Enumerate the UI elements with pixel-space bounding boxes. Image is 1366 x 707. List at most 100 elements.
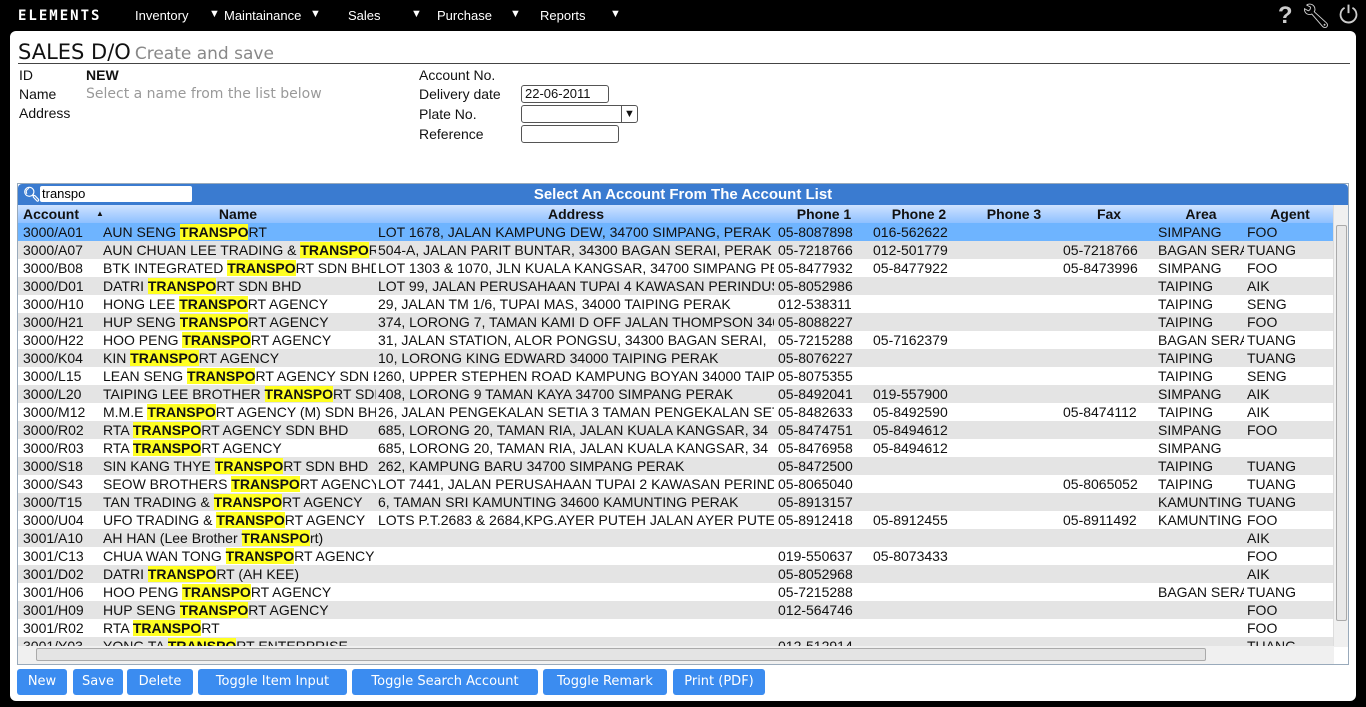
column-header-phone-1[interactable]: Phone 1 [778,205,870,223]
cell-fax: 05-8473996 [1063,260,1138,276]
menu-inventory-dropdown-icon[interactable]: ▼ [209,8,220,20]
cell-account: 3000/A01 [23,224,83,240]
id-value: NEW [86,67,119,83]
cell-phone-3 [968,367,1060,385]
table-row[interactable]: 3000/R03 RTA TRANSPORT AGENCY 685, LORONG … [18,439,1334,457]
reference-input[interactable] [521,125,619,143]
table-row[interactable]: 3000/A01 AUN SENG TRANSPORT LOT 1678, JALA… [18,223,1334,241]
toggle-remark-button[interactable]: Toggle Remark [543,669,667,695]
cell-phone-1: 05-8088227 [778,314,853,330]
table-row[interactable]: 3000/H21 HUP SENG TRANSPORT AGENCY 374, LO… [18,313,1334,331]
name-text: RT SDN BHD [283,458,369,474]
search-highlight: TRANSPO [213,494,283,510]
menu-purchase-dropdown-icon[interactable]: ▼ [510,8,521,20]
column-header-fax[interactable]: Fax [1063,205,1155,223]
cell-phone-3 [968,439,1060,457]
menu-purchase[interactable]: Purchase [437,8,492,23]
table-row[interactable]: 3001/D02 DATRI TRANSPORT (AH KEE) 05-80529… [18,565,1334,583]
cell-name: LEAN SENG TRANSPORT AGENCY SDN BHD [103,367,376,385]
cell-area: SIMPANG [1158,260,1222,276]
cell-name: RTA TRANSPORT [103,619,376,637]
search-highlight: TRANSPO [130,350,199,366]
cell-phone-3 [968,223,1060,241]
horizontal-scroll-thumb[interactable] [36,648,1206,661]
chevron-down-icon[interactable]: ▼ [621,106,637,122]
table-row[interactable]: 3000/L15 LEAN SENG TRANSPORT AGENCY SDN B… [18,367,1334,385]
cell-phone-3 [968,493,1060,511]
vertical-scroll-thumb[interactable] [1336,225,1347,621]
table-row[interactable]: 3001/A10 AH HAN (Lee Brother TRANSPOrt) AI… [18,529,1334,547]
cell-phone-1: 05-8476958 [778,440,853,456]
table-row[interactable]: 3000/M12 M.M.E TRANSPORT AGENCY (M) SDN B… [18,403,1334,421]
print-pdf-button[interactable]: Print (PDF) [673,669,765,695]
name-text: HOO PENG [103,584,183,600]
save-button[interactable]: Save [73,669,123,695]
vertical-scrollbar[interactable] [1333,205,1348,647]
column-header-phone-3[interactable]: Phone 3 [968,205,1060,223]
cell-agent: TUANG [1247,584,1296,600]
wrench-icon[interactable]: 🔧︎ [1301,2,1331,31]
cell-agent: FOO [1247,548,1278,564]
table-row[interactable]: 3000/H22 HOO PENG TRANSPORT AGENCY 31, JAL… [18,331,1334,349]
menu-maintainance-dropdown-icon[interactable]: ▼ [310,8,321,20]
cell-address [378,619,774,637]
table-row[interactable]: 3000/U04 UFO TRADING & TRANSPORT AGENCY LO… [18,511,1334,529]
table-row[interactable]: 3000/R02 RTA TRANSPORT AGENCY SDN BHD 685,… [18,421,1334,439]
cell-address: LOT 7441, JALAN PERUSAHAAN TUPAI 2 KAWAS… [378,476,774,492]
column-header-address[interactable]: Address [378,205,774,223]
account-search-input[interactable]: transpo [40,186,192,202]
menu-reports-dropdown-icon[interactable]: ▼ [610,8,621,20]
cell-phone-2 [873,367,965,385]
cell-name: M.M.E TRANSPORT AGENCY (M) SDN BHD [103,403,376,421]
table-row[interactable]: 3000/D01 DATRI TRANSPORT SDN BHD LOT 99, J… [18,277,1334,295]
table-row[interactable]: 3000/H10 HONG LEE TRANSPORT AGENCY 29, JAL… [18,295,1334,313]
cell-name: DATRI TRANSPORT (AH KEE) [103,565,376,583]
table-row[interactable]: 3000/L20 TAIPING LEE BROTHER TRANSPORT SD… [18,385,1334,403]
name-text: RT SDN BHD [216,278,302,294]
menu-sales[interactable]: Sales [348,8,381,23]
name-text: RT AGENCY [299,476,376,492]
cell-phone-1: 019-550637 [778,548,853,564]
menu-inventory[interactable]: Inventory [135,8,188,23]
cell-address: LOTS P.T.2683 & 2684,KPG.AYER PUTEH JALA… [378,512,774,528]
name-text: RT AGENCY [198,350,280,366]
toggle-item-input-button[interactable]: Toggle Item Input [198,669,347,695]
column-header-area[interactable]: Area [1158,205,1244,223]
power-icon[interactable]: ⏻ [1339,2,1358,31]
table-row[interactable]: 3000/S43 SEOW BROTHERS TRANSPORT AGENCY LO… [18,475,1334,493]
new-button[interactable]: New [17,669,67,695]
horizontal-scrollbar[interactable] [18,646,1334,664]
menu-maintainance[interactable]: Maintainance [224,8,301,23]
table-row[interactable]: 3000/S18 SIN KANG THYE TRANSPORT SDN BHD 2… [18,457,1334,475]
search-icon: 🔍︎ [23,186,41,202]
menu-reports[interactable]: Reports [540,8,586,23]
plate-no-select[interactable]: ▼ [521,105,638,123]
cell-account: 3001/D02 [23,566,84,582]
search-highlight: TRANSPO [241,530,310,546]
delivery-date-input[interactable]: 22-06-2011 [521,85,609,103]
plate-no-label: Plate No. [419,106,477,122]
name-text: DATRI [103,278,148,294]
table-row[interactable]: 3000/B08 BTK INTEGRATED TRANSPORT SDN BHD… [18,259,1334,277]
column-header-agent[interactable]: Agent [1247,205,1333,223]
cell-account: 3000/H21 [23,314,84,330]
table-row[interactable]: 3001/H09 HUP SENG TRANSPORT AGENCY 012-564… [18,601,1334,619]
table-row[interactable]: 3001/R02 RTA TRANSPORT FOO [18,619,1334,637]
cell-phone-3 [968,295,1060,313]
table-row[interactable]: 3001/C13 CHUA WAN TONG TRANSPORT AGENCY 01… [18,547,1334,565]
table-row[interactable]: 3001/H06 HOO PENG TRANSPORT AGENCY 05-7215… [18,583,1334,601]
column-header-phone-2[interactable]: Phone 2 [873,205,965,223]
delete-button[interactable]: Delete [127,669,193,695]
table-row[interactable]: 3000/A07 AUN CHUAN LEE TRADING & TRANSPOR… [18,241,1334,259]
table-row[interactable]: 3000/T15 TAN TRADING & TRANSPORT AGENCY 6,… [18,493,1334,511]
column-header-name[interactable]: Name [103,205,373,223]
cell-area: KAMUNTING [1158,494,1242,510]
toggle-search-account-button[interactable]: Toggle Search Account [352,669,538,695]
column-header-account[interactable]: Account [23,205,103,223]
help-icon[interactable]: ? [1278,2,1293,31]
menu-sales-dropdown-icon[interactable]: ▼ [411,8,422,20]
cell-area: SIMPANG [1158,386,1222,402]
cell-phone-2 [873,619,965,637]
cell-area [1158,529,1244,547]
table-row[interactable]: 3000/K04 KIN TRANSPORT AGENCY 10, LORONG K… [18,349,1334,367]
